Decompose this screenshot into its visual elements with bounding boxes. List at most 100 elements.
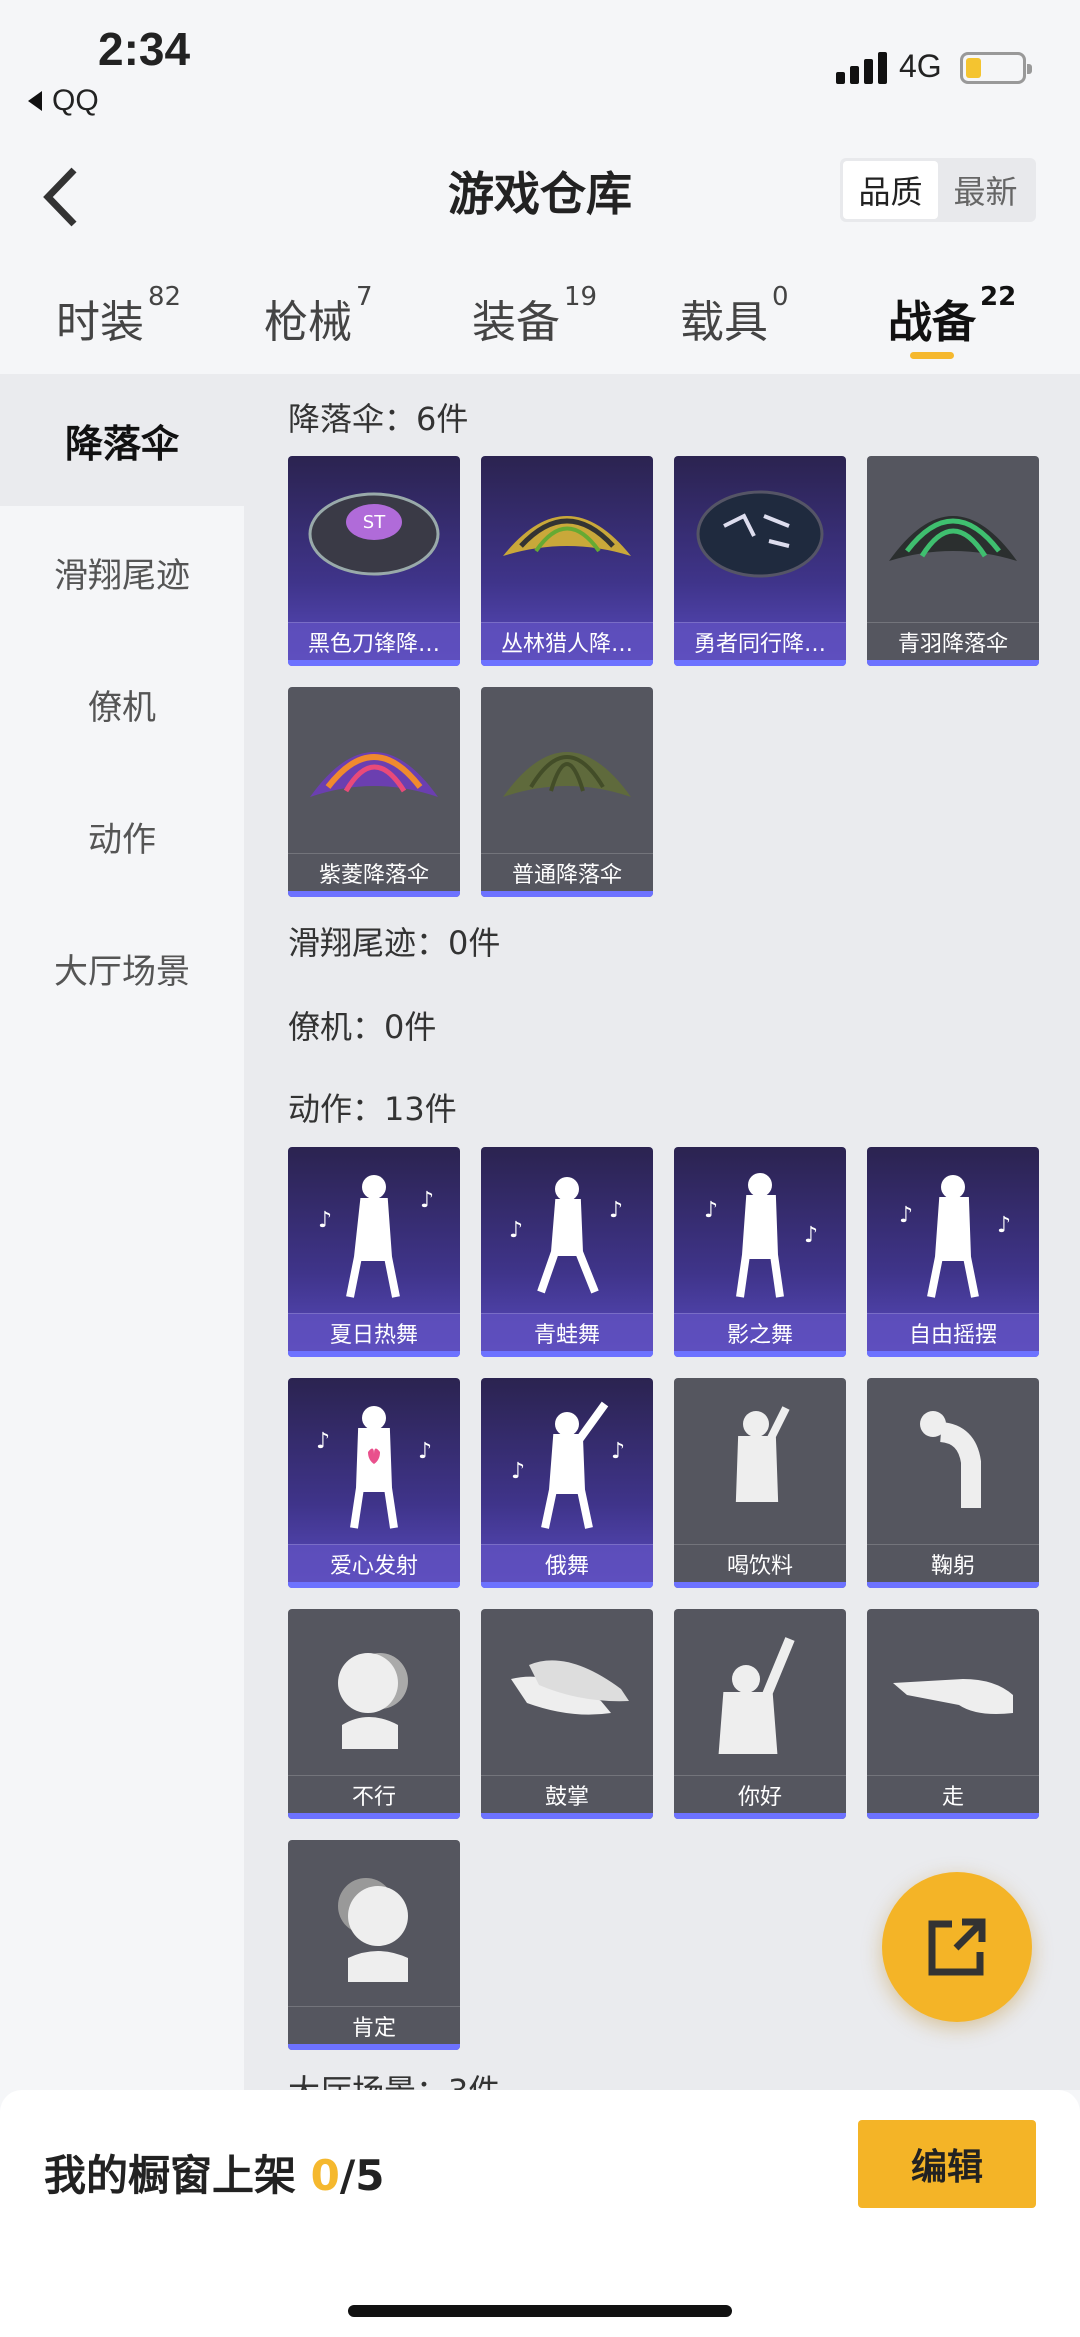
sidebar-item-wingman[interactable]: 僚机 (0, 638, 244, 770)
share-button[interactable] (882, 1872, 1032, 2022)
section-title-parachute: 降落伞：6件 (288, 400, 469, 438)
showcase-total: /5 (339, 2151, 385, 2200)
svg-text:ST: ST (363, 512, 386, 533)
waving-figure-icon (718, 1637, 795, 1754)
item-name: 鞠躬 (867, 1544, 1039, 1582)
sidebar-item-parachute[interactable]: 降落伞 (0, 374, 244, 506)
svg-text:♪: ♪ (804, 1223, 818, 1248)
item-card[interactable]: ♪ ♪ 夏日热舞 (288, 1147, 460, 1357)
drinking-figure-icon (735, 1406, 790, 1502)
bottom-bar: 我的橱窗上架 0/5 编辑 (0, 2090, 1080, 2337)
parachute-icon (503, 516, 631, 556)
item-card[interactable]: 鞠躬 (867, 1378, 1039, 1588)
item-name: 喝饮料 (674, 1544, 846, 1582)
active-tab-indicator (910, 352, 954, 359)
svg-text:♪: ♪ (318, 1208, 332, 1233)
sidebar-item-glide-trail[interactable]: 滑翔尾迹 (0, 506, 244, 638)
parachute-icon (889, 516, 1017, 561)
tab-count: 22 (980, 282, 1017, 312)
tab-count: 19 (564, 282, 598, 312)
showcase-current: 0 (310, 2151, 340, 2200)
tab-label: 装备 (472, 297, 560, 348)
item-name: 青蛙舞 (481, 1313, 653, 1351)
item-card[interactable]: 鼓掌 (481, 1609, 653, 1819)
item-name: 肯定 (288, 2006, 460, 2044)
item-name: 影之舞 (674, 1313, 846, 1351)
tab-count: 7 (356, 282, 373, 312)
item-card[interactable]: ♪ ♪ 影之舞 (674, 1147, 846, 1357)
tab-vehicles[interactable]: 载具 0 (680, 282, 789, 350)
svg-text:♪: ♪ (418, 1439, 432, 1464)
back-to-app-link[interactable]: QQ (28, 84, 99, 118)
item-card[interactable]: 丛林猎人降… (481, 456, 653, 666)
item-card[interactable]: 肯定 (288, 1840, 460, 2050)
svg-text:♪: ♪ (420, 1188, 434, 1213)
item-name: 夏日热舞 (288, 1313, 460, 1351)
tab-label: 时装 (56, 297, 144, 348)
item-name: 不行 (288, 1775, 460, 1813)
status-time: 2:34 (98, 23, 191, 75)
back-triangle-icon (28, 91, 42, 111)
svg-text:♪: ♪ (704, 1198, 718, 1223)
sidebar-item-emote[interactable]: 动作 (0, 770, 244, 902)
section-title-emote: 动作：13件 (288, 1090, 457, 1128)
item-card[interactable]: 勇者同行降… (674, 456, 846, 666)
svg-text:♪: ♪ (611, 1439, 625, 1464)
edit-button[interactable]: 编辑 (858, 2120, 1036, 2208)
pointing-hand-icon (893, 1679, 1013, 1714)
item-card[interactable]: ST 黑色刀锋降… (288, 456, 460, 666)
item-card[interactable]: 青羽降落伞 (867, 456, 1039, 666)
svg-text:♪: ♪ (609, 1198, 623, 1223)
item-name: 爱心发射 (288, 1544, 460, 1582)
head-shake-icon (338, 1653, 408, 1749)
parachute-icon (503, 752, 631, 797)
svg-text:♪: ♪ (899, 1203, 913, 1228)
svg-text:♪: ♪ (316, 1429, 330, 1454)
tab-fashion[interactable]: 时装 82 (56, 282, 181, 350)
signal-icon (836, 52, 887, 84)
dance-figure-icon: ♪♪ (316, 1406, 432, 1529)
sidebar-item-lobby-scene[interactable]: 大厅场景 (0, 902, 244, 1034)
item-card[interactable]: ♪ ♪ 青蛙舞 (481, 1147, 653, 1357)
parachute-icon (310, 752, 438, 797)
item-card[interactable]: ♪ ♪ 自由摇摆 (867, 1147, 1039, 1357)
item-card[interactable]: 喝饮料 (674, 1378, 846, 1588)
tab-firearms[interactable]: 枪械 7 (264, 282, 373, 350)
item-card[interactable]: 普通降落伞 (481, 687, 653, 897)
section-title-glide-trail: 滑翔尾迹：0件 (288, 924, 501, 962)
section-title-lobby-scene: 大厅场景：3件 (288, 2066, 500, 2090)
dance-figure-icon: ♪♪ (899, 1175, 1011, 1298)
network-type: 4G (899, 48, 942, 84)
item-card[interactable]: 紫菱降落伞 (288, 687, 460, 897)
home-indicator[interactable] (348, 2305, 732, 2317)
clapping-hands-icon (511, 1660, 629, 1715)
item-name: 走 (867, 1775, 1039, 1813)
tab-battle-gear[interactable]: 战备 22 (888, 282, 1016, 350)
dance-figure-icon: ♪♪ (509, 1177, 623, 1294)
item-name: 紫菱降落伞 (288, 853, 460, 891)
showcase-summary: 我的橱窗上架 0/5 (44, 2142, 384, 2203)
sort-newest-button[interactable]: 最新 (938, 161, 1033, 219)
item-card[interactable]: 不行 (288, 1609, 460, 1819)
item-card[interactable]: ♪ ♪ 爱心发射 (288, 1378, 460, 1588)
sidebar: 降落伞 滑翔尾迹 僚机 动作 大厅场景 (0, 374, 244, 2090)
share-icon (928, 1918, 986, 1976)
section-title-wingman: 僚机：0件 (288, 1008, 437, 1046)
tab-equipment[interactable]: 装备 19 (472, 282, 597, 350)
item-name: 你好 (674, 1775, 846, 1813)
parachute-icon (696, 490, 824, 578)
item-card[interactable]: 你好 (674, 1609, 846, 1819)
svg-text:♪: ♪ (997, 1213, 1011, 1238)
tab-label: 战备 (888, 297, 976, 348)
header: 游戏仓库 品质 最新 (0, 130, 1080, 260)
item-card[interactable]: ♪ ♪ 俄舞 (481, 1378, 653, 1588)
item-name: 青羽降落伞 (867, 622, 1039, 660)
item-name: 鼓掌 (481, 1775, 653, 1813)
item-list[interactable]: 降落伞：6件 ST 黑色刀锋降… 丛林猎人降… 勇者同行降… 青羽降落伞 紫菱降… (244, 374, 1080, 2090)
tab-count: 0 (772, 282, 789, 312)
sort-quality-button[interactable]: 品质 (843, 161, 938, 219)
item-card[interactable]: 走 (867, 1609, 1039, 1819)
item-name: 普通降落伞 (481, 853, 653, 891)
dance-figure-icon: ♪♪ (318, 1175, 434, 1298)
nodding-head-icon (338, 1878, 408, 1982)
